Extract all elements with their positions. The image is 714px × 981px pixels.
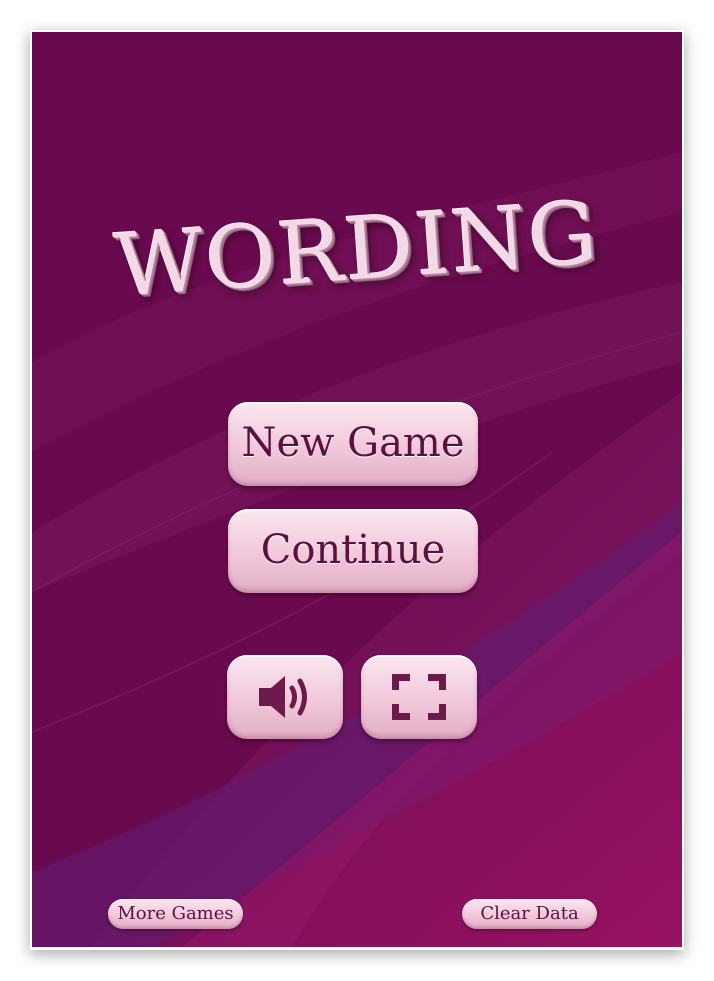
sound-toggle-button[interactable] (227, 655, 343, 739)
speaker-icon (259, 676, 307, 718)
more-games-button[interactable]: More Games (108, 899, 243, 929)
clear-data-button[interactable]: Clear Data (462, 899, 597, 929)
fullscreen-button[interactable] (361, 655, 477, 739)
game-canvas: WORDING New Game Continue More Games Cle… (32, 32, 682, 947)
fullscreen-icon (392, 674, 446, 720)
continue-button[interactable]: Continue (228, 509, 478, 593)
background-swooshes (32, 32, 682, 947)
new-game-button[interactable]: New Game (228, 402, 478, 486)
